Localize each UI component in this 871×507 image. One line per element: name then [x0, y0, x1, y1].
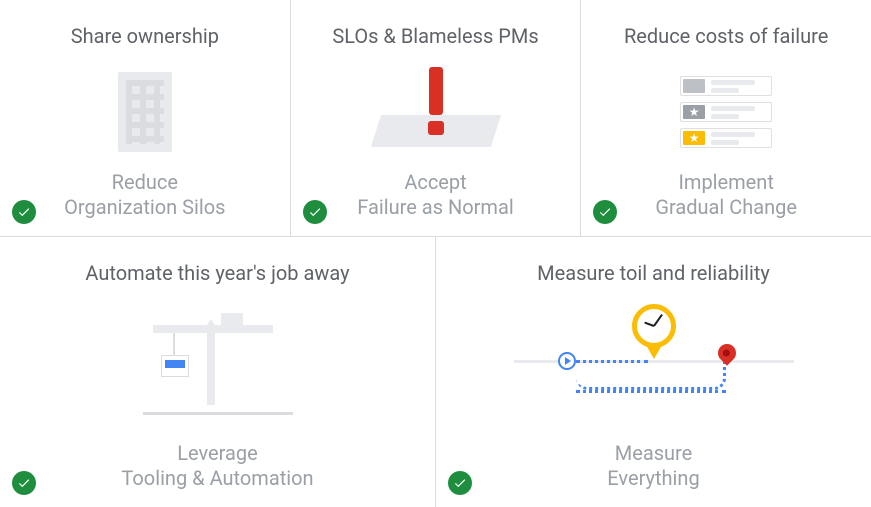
- check-icon: [303, 200, 327, 224]
- cell-reduce-failure-cost: Reduce costs of failure ★: [581, 0, 871, 236]
- subtitle-line-2: Everything: [607, 466, 699, 490]
- crane-mast-icon: [207, 325, 215, 405]
- crane-payload-icon: [161, 355, 189, 377]
- subtitle-line-2: Tooling & Automation: [121, 466, 313, 490]
- cell-measure-toil: Measure toil and reliability Measure: [436, 237, 871, 507]
- check-icon: [448, 471, 472, 495]
- card-subtitle: Accept Failure as Normal: [357, 170, 513, 220]
- exclamation-icon: [429, 67, 443, 115]
- subtitle-line-1: Leverage: [177, 441, 258, 465]
- card-item: ★: [680, 128, 772, 148]
- subtitle-line-1: Reduce: [112, 170, 178, 194]
- card-title: Reduce costs of failure: [624, 24, 828, 48]
- subtitle-line-2: Organization Silos: [64, 195, 225, 219]
- illustration-building: [16, 62, 274, 162]
- card-subtitle: Measure Everything: [607, 441, 699, 491]
- card-item: ★: [680, 102, 772, 122]
- illustration-crane: [16, 299, 419, 433]
- subtitle-line-1: Accept: [404, 170, 466, 194]
- play-icon: [558, 352, 576, 370]
- principles-grid: Share ownership Reduce Organization Silo…: [0, 0, 871, 507]
- card-title: Measure toil and reliability: [537, 261, 770, 285]
- star-tag-icon: ★: [683, 131, 705, 145]
- cell-slos-blameless: SLOs & Blameless PMs Accept Failure as N…: [291, 0, 582, 236]
- card-subtitle: Implement Gradual Change: [655, 170, 797, 220]
- card-item: [680, 76, 772, 96]
- subtitle-line-2: Failure as Normal: [357, 195, 513, 219]
- clock-pin-icon: [632, 304, 676, 359]
- illustration-cards: ★ ★: [597, 62, 855, 162]
- cell-automate-job: Automate this year's job away Leverage T…: [0, 237, 436, 507]
- check-icon: [12, 200, 36, 224]
- building-icon: [118, 72, 172, 152]
- row-1: Share ownership Reduce Organization Silo…: [0, 0, 871, 237]
- card-subtitle: Leverage Tooling & Automation: [121, 441, 313, 491]
- cell-share-ownership: Share ownership Reduce Organization Silo…: [0, 0, 291, 236]
- tag-icon: [683, 79, 705, 93]
- crane-cab-icon: [221, 313, 243, 327]
- subtitle-line-2: Gradual Change: [655, 195, 797, 219]
- star-tag-icon: ★: [683, 105, 705, 119]
- card-title: Automate this year's job away: [85, 261, 349, 285]
- row-2: Automate this year's job away Leverage T…: [0, 237, 871, 507]
- check-icon: [12, 471, 36, 495]
- card-title: Share ownership: [71, 24, 219, 48]
- card-subtitle: Reduce Organization Silos: [64, 170, 225, 220]
- illustration-measure: [452, 299, 855, 433]
- check-icon: [593, 200, 617, 224]
- illustration-exclamation: [307, 62, 565, 162]
- subtitle-line-1: Measure: [615, 441, 693, 465]
- exclamation-dot-icon: [428, 121, 444, 135]
- card-title: SLOs & Blameless PMs: [332, 24, 538, 48]
- subtitle-line-1: Implement: [678, 170, 773, 194]
